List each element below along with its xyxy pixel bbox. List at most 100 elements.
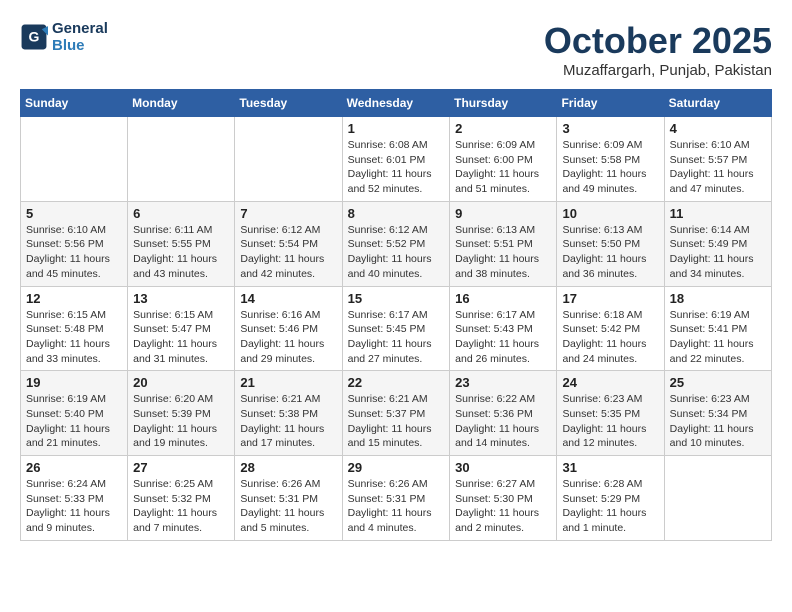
day-info: Sunrise: 6:09 AMSunset: 6:00 PMDaylight:… xyxy=(455,138,551,197)
day-info: Sunrise: 6:16 AMSunset: 5:46 PMDaylight:… xyxy=(240,308,336,367)
day-number: 11 xyxy=(670,206,766,221)
calendar-cell: 18 Sunrise: 6:19 AMSunset: 5:41 PMDayligh… xyxy=(664,286,771,371)
calendar-cell: 20 Sunrise: 6:20 AMSunset: 5:39 PMDayligh… xyxy=(128,371,235,456)
calendar-cell: 2 Sunrise: 6:09 AMSunset: 6:00 PMDaylight… xyxy=(450,117,557,202)
day-info: Sunrise: 6:19 AMSunset: 5:41 PMDaylight:… xyxy=(670,308,766,367)
day-info: Sunrise: 6:23 AMSunset: 5:35 PMDaylight:… xyxy=(562,392,658,451)
calendar-cell: 22 Sunrise: 6:21 AMSunset: 5:37 PMDayligh… xyxy=(342,371,450,456)
calendar-cell: 5 Sunrise: 6:10 AMSunset: 5:56 PMDaylight… xyxy=(21,201,128,286)
day-info: Sunrise: 6:14 AMSunset: 5:49 PMDaylight:… xyxy=(670,223,766,282)
calendar-cell: 9 Sunrise: 6:13 AMSunset: 5:51 PMDaylight… xyxy=(450,201,557,286)
calendar-cell: 12Sunrise: 6:15 AMSunset: 5:48 PMDayligh… xyxy=(21,286,128,371)
calendar-cell: 29 Sunrise: 6:26 AMSunset: 5:31 PMDayligh… xyxy=(342,456,450,541)
weekday-header-row: SundayMondayTuesdayWednesdayThursdayFrid… xyxy=(21,90,772,117)
calendar-cell: 17Sunrise: 6:18 AMSunset: 5:42 PMDayligh… xyxy=(557,286,664,371)
day-info: Sunrise: 6:13 AMSunset: 5:51 PMDaylight:… xyxy=(455,223,551,282)
day-number: 22 xyxy=(348,375,445,390)
calendar-cell: 21Sunrise: 6:21 AMSunset: 5:38 PMDayligh… xyxy=(235,371,342,456)
title-block: October 2025 Muzaffargarh, Punjab, Pakis… xyxy=(544,20,772,79)
day-info: Sunrise: 6:15 AMSunset: 5:47 PMDaylight:… xyxy=(133,308,229,367)
calendar-week-row: 26 Sunrise: 6:24 AMSunset: 5:33 PMDayligh… xyxy=(21,456,772,541)
calendar-cell: 13 Sunrise: 6:15 AMSunset: 5:47 PMDayligh… xyxy=(128,286,235,371)
logo: G General Blue xyxy=(20,20,108,54)
day-info: Sunrise: 6:19 AMSunset: 5:40 PMDaylight:… xyxy=(26,392,122,451)
location-subtitle: Muzaffargarh, Punjab, Pakistan xyxy=(544,62,772,79)
weekday-header: Sunday xyxy=(21,90,128,117)
calendar-cell: 1 Sunrise: 6:08 AMSunset: 6:01 PMDaylight… xyxy=(342,117,450,202)
day-info: Sunrise: 6:26 AMSunset: 5:31 PMDaylight:… xyxy=(240,477,336,536)
weekday-header: Tuesday xyxy=(235,90,342,117)
day-number: 12 xyxy=(26,291,122,306)
weekday-header: Thursday xyxy=(450,90,557,117)
day-number: 24 xyxy=(562,375,658,390)
day-info: Sunrise: 6:10 AMSunset: 5:57 PMDaylight:… xyxy=(670,138,766,197)
day-number: 6 xyxy=(133,206,229,221)
day-info: Sunrise: 6:20 AMSunset: 5:39 PMDaylight:… xyxy=(133,392,229,451)
day-info: Sunrise: 6:10 AMSunset: 5:56 PMDaylight:… xyxy=(26,223,122,282)
day-number: 16 xyxy=(455,291,551,306)
day-info: Sunrise: 6:17 AMSunset: 5:43 PMDaylight:… xyxy=(455,308,551,367)
calendar-week-row: 5 Sunrise: 6:10 AMSunset: 5:56 PMDaylight… xyxy=(21,201,772,286)
day-number: 21 xyxy=(240,375,336,390)
day-number: 31 xyxy=(562,460,658,475)
day-info: Sunrise: 6:08 AMSunset: 6:01 PMDaylight:… xyxy=(348,138,445,197)
calendar-table: SundayMondayTuesdayWednesdayThursdayFrid… xyxy=(20,89,772,541)
day-number: 26 xyxy=(26,460,122,475)
weekday-header: Wednesday xyxy=(342,90,450,117)
calendar-week-row: 1 Sunrise: 6:08 AMSunset: 6:01 PMDaylight… xyxy=(21,117,772,202)
day-info: Sunrise: 6:26 AMSunset: 5:31 PMDaylight:… xyxy=(348,477,445,536)
calendar-cell xyxy=(21,117,128,202)
day-number: 1 xyxy=(348,121,445,136)
day-number: 18 xyxy=(670,291,766,306)
day-number: 7 xyxy=(240,206,336,221)
day-number: 4 xyxy=(670,121,766,136)
day-info: Sunrise: 6:23 AMSunset: 5:34 PMDaylight:… xyxy=(670,392,766,451)
day-number: 23 xyxy=(455,375,551,390)
day-number: 29 xyxy=(348,460,445,475)
logo-icon: G xyxy=(20,23,48,51)
day-number: 15 xyxy=(348,291,445,306)
calendar-cell: 28 Sunrise: 6:26 AMSunset: 5:31 PMDayligh… xyxy=(235,456,342,541)
day-number: 13 xyxy=(133,291,229,306)
calendar-week-row: 12Sunrise: 6:15 AMSunset: 5:48 PMDayligh… xyxy=(21,286,772,371)
svg-text:G: G xyxy=(29,29,40,45)
calendar-cell: 4 Sunrise: 6:10 AMSunset: 5:57 PMDaylight… xyxy=(664,117,771,202)
day-number: 20 xyxy=(133,375,229,390)
calendar-cell: 31 Sunrise: 6:28 AMSunset: 5:29 PMDayligh… xyxy=(557,456,664,541)
calendar-cell: 8Sunrise: 6:12 AMSunset: 5:52 PMDaylight… xyxy=(342,201,450,286)
calendar-cell: 15 Sunrise: 6:17 AMSunset: 5:45 PMDayligh… xyxy=(342,286,450,371)
weekday-header: Monday xyxy=(128,90,235,117)
day-number: 25 xyxy=(670,375,766,390)
calendar-cell: 30Sunrise: 6:27 AMSunset: 5:30 PMDayligh… xyxy=(450,456,557,541)
day-number: 2 xyxy=(455,121,551,136)
day-number: 28 xyxy=(240,460,336,475)
calendar-cell: 19 Sunrise: 6:19 AMSunset: 5:40 PMDayligh… xyxy=(21,371,128,456)
day-number: 19 xyxy=(26,375,122,390)
day-info: Sunrise: 6:28 AMSunset: 5:29 PMDaylight:… xyxy=(562,477,658,536)
calendar-cell: 24 Sunrise: 6:23 AMSunset: 5:35 PMDayligh… xyxy=(557,371,664,456)
day-info: Sunrise: 6:21 AMSunset: 5:37 PMDaylight:… xyxy=(348,392,445,451)
logo-line2: Blue xyxy=(52,37,108,54)
day-number: 27 xyxy=(133,460,229,475)
weekday-header: Saturday xyxy=(664,90,771,117)
page-header: G General Blue October 2025 Muzaffargarh… xyxy=(20,20,772,79)
calendar-cell: 23 Sunrise: 6:22 AMSunset: 5:36 PMDayligh… xyxy=(450,371,557,456)
day-number: 5 xyxy=(26,206,122,221)
day-number: 30 xyxy=(455,460,551,475)
calendar-cell: 3Sunrise: 6:09 AMSunset: 5:58 PMDaylight… xyxy=(557,117,664,202)
day-number: 9 xyxy=(455,206,551,221)
day-number: 3 xyxy=(562,121,658,136)
day-info: Sunrise: 6:12 AMSunset: 5:52 PMDaylight:… xyxy=(348,223,445,282)
logo-line1: General xyxy=(52,20,108,37)
calendar-cell xyxy=(235,117,342,202)
calendar-cell: 26 Sunrise: 6:24 AMSunset: 5:33 PMDayligh… xyxy=(21,456,128,541)
calendar-cell xyxy=(664,456,771,541)
calendar-cell: 7Sunrise: 6:12 AMSunset: 5:54 PMDaylight… xyxy=(235,201,342,286)
day-info: Sunrise: 6:24 AMSunset: 5:33 PMDaylight:… xyxy=(26,477,122,536)
day-info: Sunrise: 6:25 AMSunset: 5:32 PMDaylight:… xyxy=(133,477,229,536)
calendar-cell: 16 Sunrise: 6:17 AMSunset: 5:43 PMDayligh… xyxy=(450,286,557,371)
day-info: Sunrise: 6:11 AMSunset: 5:55 PMDaylight:… xyxy=(133,223,229,282)
calendar-cell: 6 Sunrise: 6:11 AMSunset: 5:55 PMDaylight… xyxy=(128,201,235,286)
day-info: Sunrise: 6:17 AMSunset: 5:45 PMDaylight:… xyxy=(348,308,445,367)
day-info: Sunrise: 6:22 AMSunset: 5:36 PMDaylight:… xyxy=(455,392,551,451)
